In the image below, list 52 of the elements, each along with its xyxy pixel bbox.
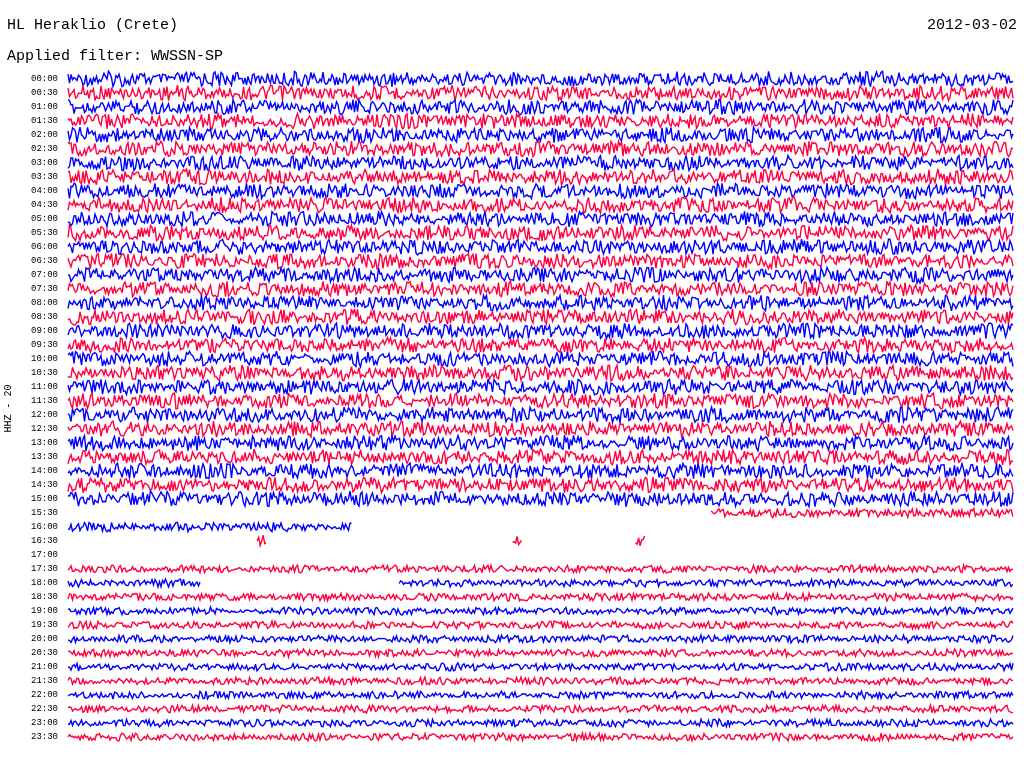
time-label: 19:00 [30,606,59,616]
time-label: 00:30 [30,88,59,98]
time-label: 00:00 [30,74,59,84]
time-label: 06:00 [30,242,59,252]
time-label: 17:00 [30,550,59,560]
time-label: 03:30 [30,172,59,182]
time-label: 18:00 [30,578,59,588]
time-label: 14:30 [30,480,59,490]
time-label: 07:30 [30,284,59,294]
axis-label: HHZ - 20 [1,384,15,432]
time-label: 11:00 [30,382,59,392]
date-label: 2012-03-02 [927,18,1017,33]
time-label: 04:30 [30,200,59,210]
time-label: 23:30 [30,732,59,742]
time-label: 13:30 [30,452,59,462]
time-label: 05:00 [30,214,59,224]
time-label: 04:00 [30,186,59,196]
time-label: 07:00 [30,270,59,280]
time-label: 02:30 [30,144,59,154]
time-label: 10:00 [30,354,59,364]
time-label: 21:00 [30,662,59,672]
time-label: 15:30 [30,508,59,518]
time-label: 19:30 [30,620,59,630]
time-label: 08:00 [30,298,59,308]
time-label: 18:30 [30,592,59,602]
time-label: 12:00 [30,410,59,420]
time-label: 06:30 [30,256,59,266]
time-label: 22:00 [30,690,59,700]
time-label: 14:00 [30,466,59,476]
time-label: 05:30 [30,228,59,238]
time-label: 01:30 [30,116,59,126]
time-label: 16:30 [30,536,59,546]
time-label: 01:00 [30,102,59,112]
time-label: 09:30 [30,340,59,350]
time-label: 12:30 [30,424,59,434]
station-title: HL Heraklio (Crete) [7,18,179,33]
time-label: 08:30 [30,312,59,322]
time-label: 13:00 [30,438,59,448]
time-label: 03:00 [30,158,59,168]
time-label: 21:30 [30,676,59,686]
time-label: 09:00 [30,326,59,336]
filter-label: Applied filter: WWSSN-SP [7,48,224,65]
time-label: 22:30 [30,704,59,714]
time-label: 16:00 [30,522,59,532]
time-label: 02:00 [30,130,59,140]
time-label: 15:00 [30,494,59,504]
time-label: 17:30 [30,564,59,574]
time-label: 20:30 [30,648,59,658]
time-label: 10:30 [30,368,59,378]
time-label: 20:00 [30,634,59,644]
time-label: 11:30 [30,396,59,406]
time-label: 23:00 [30,718,59,728]
